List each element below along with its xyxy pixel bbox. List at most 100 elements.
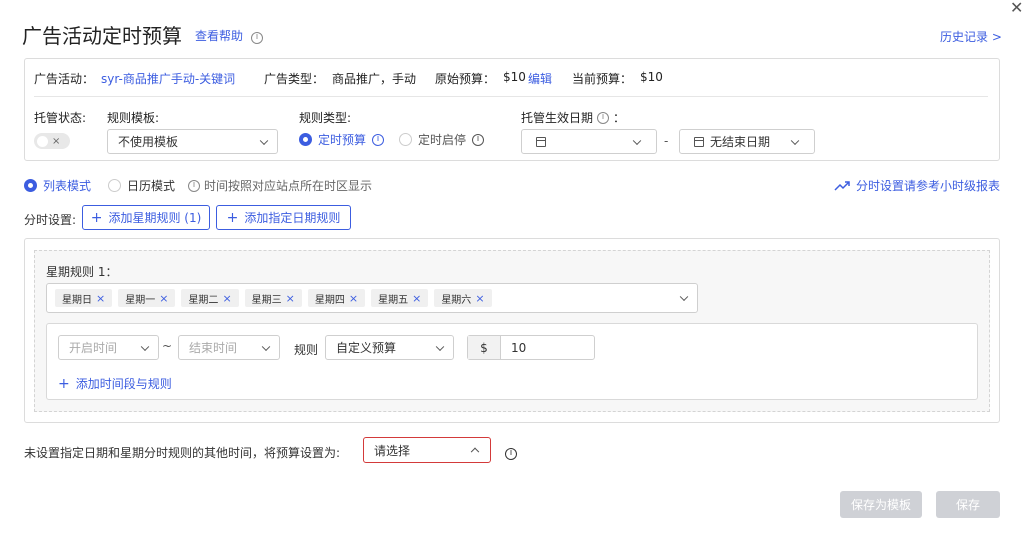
close-icon[interactable]: ✕ [1010,0,1023,17]
rule-type-option-timed-toggle[interactable]: 定时启停 i [399,131,485,148]
info-icon: i [472,133,485,146]
weekday-tag: 星期一 × [118,289,176,307]
end-time-select[interactable]: 结束时间 [178,335,280,360]
start-time-placeholder: 开启时间 [69,341,118,355]
date-separator: - [664,134,669,148]
weekday-tag: 星期五 × [371,289,429,307]
hosting-status-label: 托管状态: [34,111,87,125]
chevron-up-icon [470,447,480,457]
weekday-tag: 星期二 × [181,289,239,307]
radio-unchecked-icon [108,179,121,192]
tag-label: 星期日 [62,294,92,306]
calendar-icon [694,136,704,147]
chevron-down-icon [140,342,150,351]
remove-tag-icon[interactable]: × [475,292,484,305]
timezone-note-text: 时间按照对应站点所在时区显示 [204,179,373,193]
effective-date-label-row: 托管生效日期 i ： [521,109,625,126]
chevron-down-icon [790,136,800,145]
rule-template-label: 规则模板: [107,111,160,125]
amount-value: 10 [511,340,527,355]
other-time-select[interactable]: 请选择 [363,437,491,463]
list-mode-label: 列表模式 [43,179,92,193]
remove-tag-icon[interactable]: × [286,292,295,305]
list-mode-radio[interactable]: 列表模式 [24,177,91,194]
divider [34,96,988,97]
hourly-report-label: 分时设置请参考小时级报表 [856,179,1001,193]
chevron-down-icon [259,136,269,145]
remove-tag-icon[interactable]: × [349,292,358,305]
amount-input[interactable]: $ 10 [467,335,595,360]
calendar-icon [536,136,546,147]
end-date-value: 无结束日期 [710,135,771,149]
other-time-label: 未设置指定日期和星期分时规则的其他时间，将预算设置为: [24,446,341,460]
rule-type-option-timed-budget[interactable]: 定时预算 i [299,131,385,148]
plus-icon: + [90,209,103,226]
remove-tag-icon[interactable]: × [96,292,105,305]
weekday-multiselect[interactable]: 星期日 × 星期一 × 星期二 × 星期三 × 星期四 × 星期五 × 星期六 × [46,283,698,313]
radio-checked-icon [299,133,312,146]
tag-label: 星期五 [378,294,409,306]
info-icon: i [597,111,610,124]
add-week-rule-button[interactable]: + 添加星期规则 (1) [82,205,210,230]
tag-label: 星期一 [125,294,156,306]
hosting-toggle[interactable]: × [34,133,70,149]
calendar-mode-label: 日历模式 [127,179,176,193]
toggle-x-icon: × [52,135,61,147]
original-budget-value: $10 [503,70,526,84]
add-week-rule-label: 添加星期规则 (1) [108,211,202,225]
ad-type-label: 广告类型： [264,72,325,86]
radio-unchecked-icon [399,133,412,146]
history-link[interactable]: 历史记录 > [940,28,1002,45]
add-date-rule-button[interactable]: + 添加指定日期规则 [216,205,351,230]
plus-icon: + [58,375,70,392]
tag-label: 星期四 [314,294,345,306]
campaign-value[interactable]: syr-商品推广手动-关键词 [101,70,235,87]
rule-label: 规则 [294,343,319,357]
info-icon: i [372,133,385,146]
weekday-tag: 星期六 × [434,289,492,307]
add-time-rule-label: 添加时间段与规则 [75,377,172,391]
weekday-tag: 星期日 × [55,289,113,307]
save-as-template-button[interactable]: 保存为模板 [840,491,922,518]
toggle-knob [37,135,48,147]
weekday-tag: 星期三 × [244,289,302,307]
start-date-picker[interactable] [521,129,657,154]
hourly-report-link[interactable]: 分时设置请参考小时级报表 [834,177,1000,194]
remove-tag-icon[interactable]: × [412,292,421,305]
start-time-select[interactable]: 开启时间 [58,335,159,360]
add-date-rule-label: 添加指定日期规则 [244,211,341,225]
remove-tag-icon[interactable]: × [159,292,168,305]
chevron-down-icon [679,292,689,302]
tag-label: 星期二 [188,294,219,306]
other-time-placeholder: 请选择 [374,443,411,458]
plus-icon: + [226,209,239,226]
ad-type-value: 商品推广，手动 [332,72,417,86]
rule-select[interactable]: 自定义预算 [325,335,454,360]
info-icon: i [251,28,263,44]
edit-budget-link[interactable]: 编辑 [528,70,552,87]
timezone-note: i 时间按照对应站点所在时区显示 [188,177,372,194]
current-budget-value: $10 [640,70,663,84]
original-budget-label: 原始预算： [435,72,496,86]
schedule-label: 分时设置: [24,213,77,227]
tag-label: 星期六 [441,294,472,306]
rule-type-label: 规则类型: [299,111,352,125]
page-title: 广告活动定时预算 [22,24,182,48]
calendar-mode-radio[interactable]: 日历模式 [108,177,175,194]
tag-label: 星期三 [251,294,282,306]
trend-up-icon [834,180,850,191]
rule-template-select[interactable]: 不使用模板 [107,129,278,154]
end-time-placeholder: 结束时间 [189,341,238,355]
rule-template-value: 不使用模板 [118,135,179,149]
add-time-rule-link[interactable]: + 添加时间段与规则 [58,375,172,392]
time-range-separator: ~ [162,339,173,353]
end-date-picker[interactable]: 无结束日期 [679,129,815,154]
info-icon: i [188,179,200,192]
effective-date-colon: ： [613,111,626,125]
save-button[interactable]: 保存 [936,491,1000,518]
weekday-tag: 星期四 × [307,289,366,307]
help-link[interactable]: 查看帮助 [195,27,243,44]
info-icon: i [505,444,517,460]
radio-checked-icon [24,179,37,192]
remove-tag-icon[interactable]: × [222,292,231,305]
